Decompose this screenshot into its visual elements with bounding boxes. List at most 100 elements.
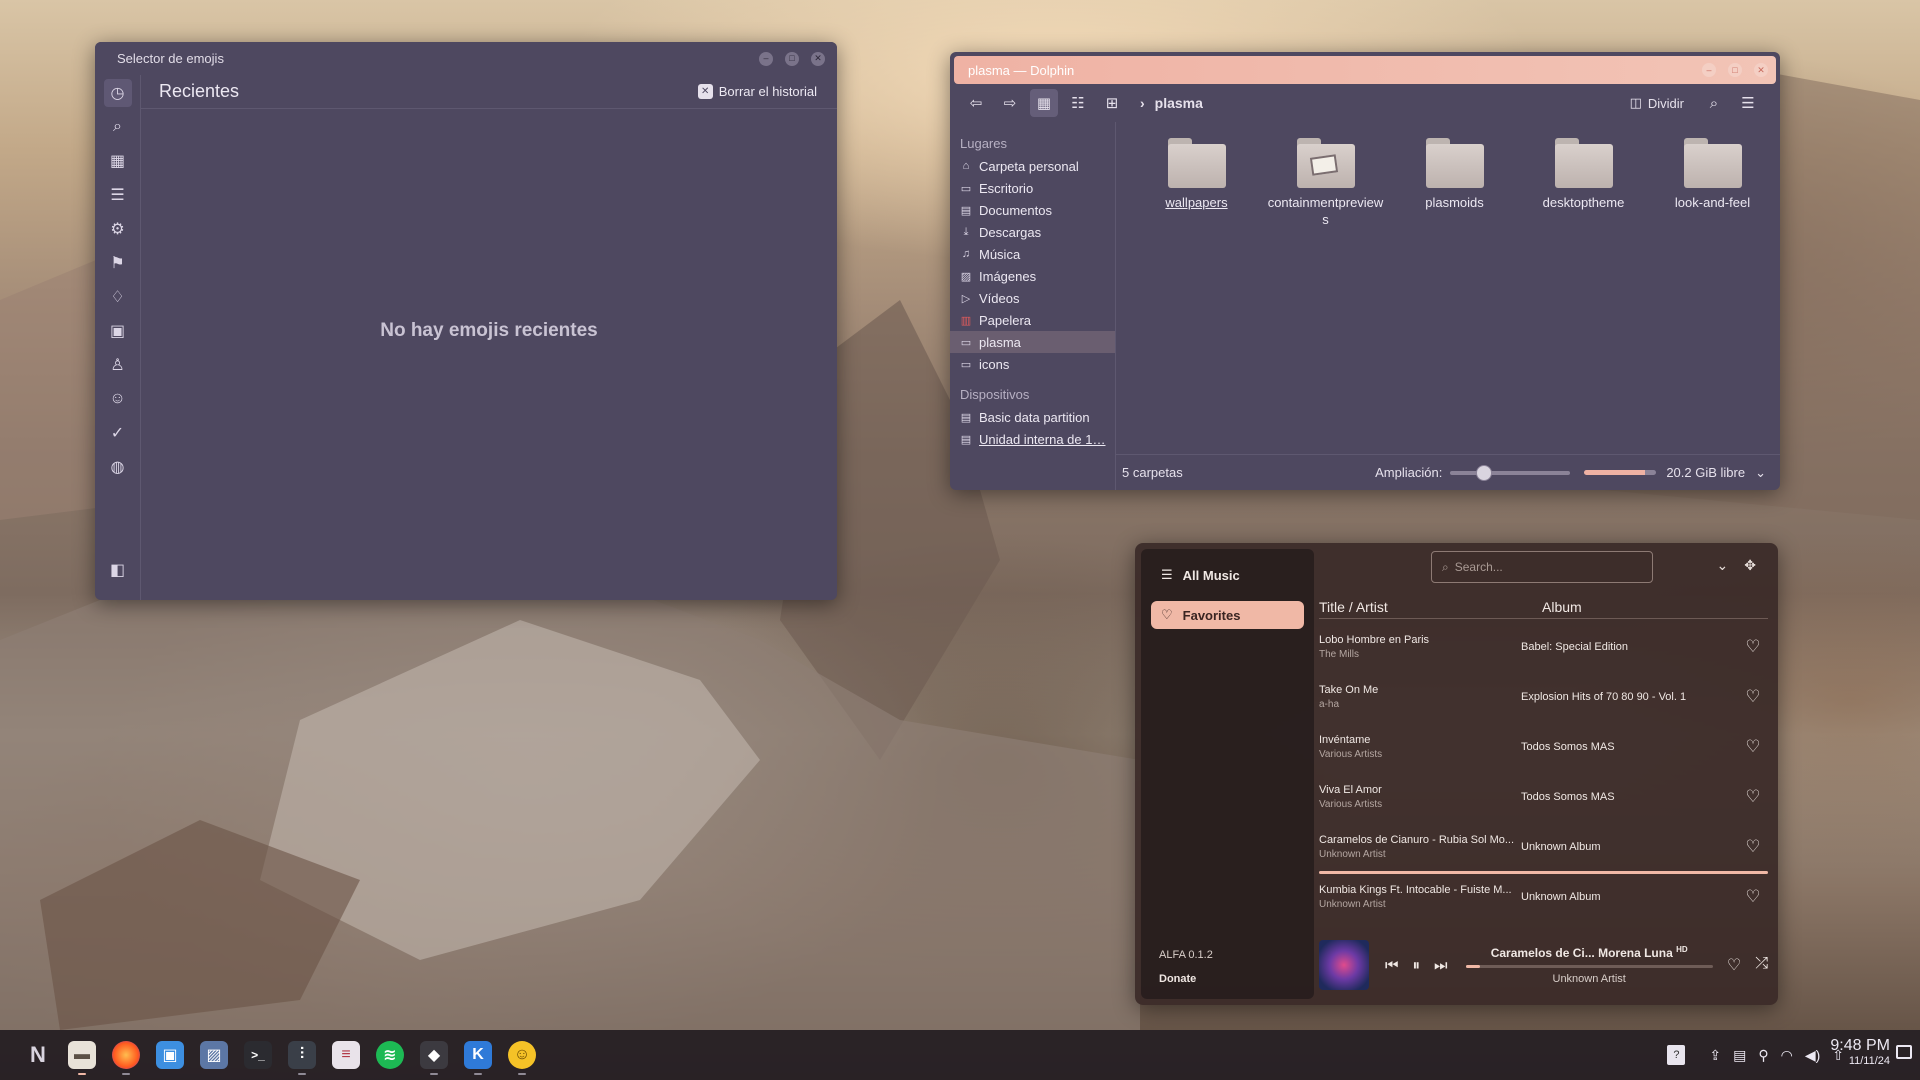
check-icon[interactable]: ✓ bbox=[104, 419, 132, 447]
place-item-plasma[interactable]: ▭ plasma bbox=[950, 331, 1115, 353]
folder-item[interactable]: desktoptheme bbox=[1519, 138, 1648, 422]
taskbar-files[interactable]: ▬ bbox=[64, 1035, 100, 1075]
place-item-home[interactable]: ⌂ Carpeta personal bbox=[950, 155, 1115, 177]
taskbar-firefox[interactable] bbox=[108, 1035, 144, 1075]
device-item[interactable]: ▤ Basic data partition bbox=[950, 406, 1115, 428]
track-row[interactable]: Lobo Hombre en Paris The Mills Babel: Spe… bbox=[1319, 622, 1768, 672]
place-item-downloads[interactable]: ⤓ Descargas bbox=[950, 221, 1115, 243]
menu-icon[interactable]: ☰ bbox=[1734, 89, 1762, 117]
taskbar-app-diamond[interactable]: ◆ bbox=[416, 1035, 452, 1075]
previous-icon[interactable]: ⏮ bbox=[1385, 957, 1399, 974]
folder-item[interactable]: containmentpreviews bbox=[1261, 138, 1390, 422]
search-icon[interactable]: ⌕ bbox=[1700, 89, 1728, 117]
search-icon[interactable]: ⌕ bbox=[104, 113, 132, 141]
symbols-icon[interactable]: ▣ bbox=[104, 317, 132, 345]
heart-icon[interactable]: ♡ bbox=[1738, 887, 1768, 907]
emoji-titlebar[interactable]: Selector de emojis – □ ✕ bbox=[95, 42, 837, 75]
sidebar-toggle-icon[interactable]: ◧ bbox=[104, 556, 132, 584]
smiley-icon[interactable]: ☺ bbox=[104, 385, 132, 413]
place-item-documents[interactable]: ▤ Documentos bbox=[950, 199, 1115, 221]
heart-icon[interactable]: ♡ bbox=[1738, 787, 1768, 807]
zoom-control: Ampliación: bbox=[1375, 464, 1571, 481]
search-input[interactable]: ⌕ Search... bbox=[1431, 551, 1653, 583]
maximize-button[interactable]: □ bbox=[1728, 63, 1742, 77]
taskbar-emoji-selector[interactable]: ☺ bbox=[504, 1035, 540, 1075]
person-icon[interactable]: ♙ bbox=[104, 351, 132, 379]
close-button[interactable]: ✕ bbox=[811, 51, 825, 66]
place-item-trash[interactable]: ▥ Papelera bbox=[950, 309, 1115, 331]
zoom-slider[interactable] bbox=[1450, 464, 1571, 481]
free-space-indicator[interactable]: 20.2 GiB libre ⌄ bbox=[1584, 465, 1766, 481]
maximize-button[interactable]: □ bbox=[785, 51, 799, 66]
col-album[interactable]: Album bbox=[1542, 599, 1582, 618]
track-row[interactable]: Invéntame Various Artists Todos Somos MAS… bbox=[1319, 722, 1768, 772]
col-title-artist[interactable]: Title / Artist bbox=[1319, 599, 1542, 618]
track-row[interactable]: Take On Me a-ha Explosion Hits of 70 80 9… bbox=[1319, 672, 1768, 722]
taskbar-store[interactable]: ▣ bbox=[152, 1035, 188, 1075]
breadcrumb-current[interactable]: plasma bbox=[1155, 95, 1203, 111]
taskbar-system-monitor[interactable]: ⫶ bbox=[284, 1035, 320, 1075]
heart-icon[interactable]: ♡ bbox=[1738, 637, 1768, 657]
folder-item[interactable]: look-and-feel bbox=[1648, 138, 1777, 422]
icons-view-icon[interactable]: ▦ bbox=[1030, 89, 1058, 117]
heart-icon[interactable]: ♡ bbox=[1738, 837, 1768, 857]
next-icon[interactable]: ⏭ bbox=[1434, 957, 1448, 974]
globe-icon[interactable]: ◍ bbox=[104, 453, 132, 481]
dolphin-titlebar[interactable]: plasma — Dolphin – □ ✕ bbox=[954, 56, 1776, 84]
clear-history-button[interactable]: ✕ Borrar el historial bbox=[697, 84, 817, 99]
volume-icon[interactable]: ◀) bbox=[1805, 1047, 1820, 1064]
heart-icon[interactable]: ♡ bbox=[1738, 737, 1768, 757]
taskbar-kde-app[interactable]: K bbox=[460, 1035, 496, 1075]
clipboard-icon[interactable]: ? bbox=[1667, 1045, 1686, 1065]
place-item-images[interactable]: ▨ Imágenes bbox=[950, 265, 1115, 287]
lightbulb-icon[interactable]: ♢ bbox=[104, 283, 132, 311]
nav-favorites[interactable]: ♡ Favorites bbox=[1151, 601, 1304, 629]
device-item[interactable]: ▤ Unidad interna de 1… bbox=[950, 428, 1115, 450]
forward-icon[interactable]: ⇨ bbox=[996, 89, 1024, 117]
folder-item[interactable]: wallpapers bbox=[1132, 138, 1261, 422]
wifi-icon[interactable]: ◠ bbox=[1781, 1047, 1793, 1064]
place-item-videos[interactable]: ▷ Vídeos bbox=[950, 287, 1115, 309]
folder-item[interactable]: plasmoids bbox=[1390, 138, 1519, 422]
flag-icon[interactable]: ⚑ bbox=[104, 249, 132, 277]
notes-icon[interactable]: ▤ bbox=[1733, 1047, 1746, 1064]
list-icon[interactable]: ☰ bbox=[104, 181, 132, 209]
grid-icon[interactable]: ▦ bbox=[104, 147, 132, 175]
gear-icon[interactable]: ⚙ bbox=[104, 215, 132, 243]
taskbar-terminal[interactable]: >_ bbox=[240, 1035, 276, 1075]
move-icon[interactable]: ✥ bbox=[1744, 557, 1756, 574]
place-item-icons[interactable]: ▭ icons bbox=[950, 353, 1115, 375]
clock-icon[interactable]: ◷ bbox=[103, 79, 132, 107]
updates-icon[interactable]: ⇪ bbox=[1709, 1047, 1721, 1064]
clock-date: 11/11/24 bbox=[1848, 1055, 1890, 1067]
taskbar-image-viewer[interactable]: ▨ bbox=[196, 1035, 232, 1075]
close-button[interactable]: ✕ bbox=[1754, 63, 1768, 77]
place-item-music[interactable]: ♫ Música bbox=[950, 243, 1115, 265]
place-item-desktop[interactable]: ▭ Escritorio bbox=[950, 177, 1115, 199]
breadcrumb[interactable]: › plasma bbox=[1140, 95, 1203, 111]
track-row-playing[interactable]: Caramelos de Cianuro - Rubia Sol Mo... Un… bbox=[1319, 822, 1768, 874]
chevron-down-icon[interactable]: ⌄ bbox=[1717, 557, 1729, 574]
split-button[interactable]: ◫ Dividir bbox=[1630, 95, 1684, 111]
heart-icon[interactable]: ♡ bbox=[1738, 687, 1768, 707]
show-desktop-icon[interactable] bbox=[1896, 1045, 1912, 1059]
progress-bar[interactable] bbox=[1465, 965, 1713, 968]
taskbar-app[interactable]: ≡ bbox=[328, 1035, 364, 1075]
track-row[interactable]: Kumbia Kings Ft. Intocable - Fuiste M...… bbox=[1319, 872, 1768, 922]
minimize-button[interactable]: – bbox=[759, 51, 773, 66]
location-icon[interactable]: ⚲ bbox=[1758, 1047, 1768, 1064]
minimize-button[interactable]: – bbox=[1702, 63, 1716, 77]
tree-view-icon[interactable]: ⊞ bbox=[1098, 89, 1126, 117]
taskbar-spotify[interactable]: ≋ bbox=[372, 1035, 408, 1075]
pause-icon[interactable]: ⏸ bbox=[1413, 957, 1421, 974]
app-launcher-button[interactable]: N bbox=[20, 1035, 56, 1075]
track-row[interactable]: Viva El Amor Various Artists Todos Somos … bbox=[1319, 772, 1768, 822]
heart-icon[interactable]: ♡ bbox=[1727, 955, 1741, 975]
nav-all-music[interactable]: ☰ All Music bbox=[1151, 561, 1304, 589]
details-view-icon[interactable]: ☷ bbox=[1064, 89, 1092, 117]
shuffle-icon[interactable]: ⤮ bbox=[1755, 955, 1768, 975]
clock[interactable]: 9:48 PM 11/11/24 bbox=[1830, 1037, 1890, 1067]
donate-link[interactable]: Donate bbox=[1159, 973, 1196, 985]
slider-handle[interactable] bbox=[1476, 464, 1493, 481]
back-icon[interactable]: ⇦ bbox=[962, 89, 990, 117]
